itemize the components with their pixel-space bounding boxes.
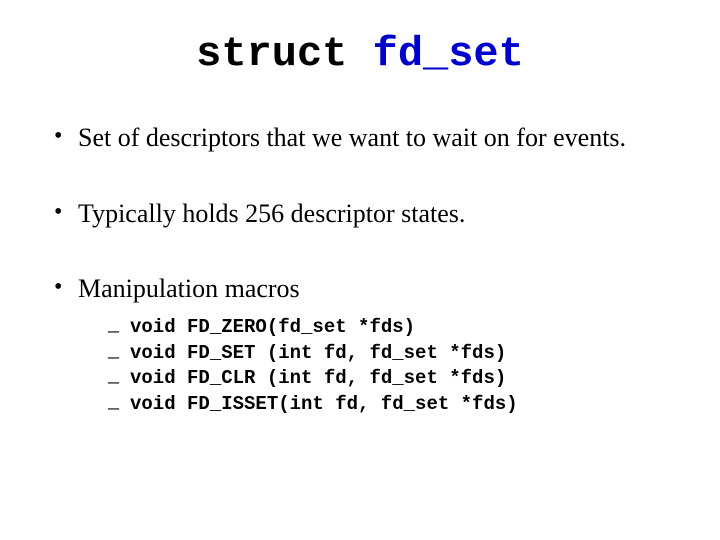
title-keyword: struct	[196, 30, 347, 78]
title-identifier: fd_set	[373, 30, 524, 78]
macro-item: void FD_SET (int fd, fd_set *fds)	[108, 341, 670, 367]
macro-list: void FD_ZERO(fd_set *fds) void FD_SET (i…	[78, 315, 670, 418]
slide: struct fd_set Set of descriptors that we…	[0, 0, 720, 540]
bullet-text: Set of descriptors that we want to wait …	[78, 123, 626, 152]
bullet-item: Set of descriptors that we want to wait …	[50, 122, 670, 154]
bullet-list: Set of descriptors that we want to wait …	[50, 122, 670, 418]
bullet-text: Typically holds 256 descriptor states.	[78, 199, 465, 228]
macro-item: void FD_ISSET(int fd, fd_set *fds)	[108, 392, 670, 418]
slide-title: struct fd_set	[50, 30, 670, 78]
macro-item: void FD_CLR (int fd, fd_set *fds)	[108, 366, 670, 392]
macro-item: void FD_ZERO(fd_set *fds)	[108, 315, 670, 341]
bullet-text: Manipulation macros	[78, 274, 300, 303]
bullet-item: Manipulation macros void FD_ZERO(fd_set …	[50, 273, 670, 417]
bullet-item: Typically holds 256 descriptor states.	[50, 198, 670, 230]
